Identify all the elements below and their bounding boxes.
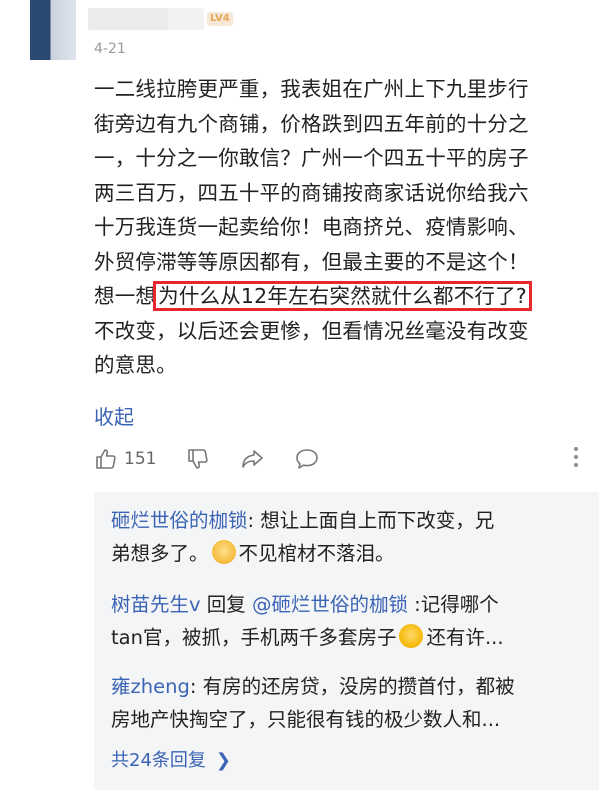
comment-date: 4-21 [94,41,126,57]
reply-author[interactable]: 砸烂世俗的枷锁 [111,509,248,532]
comment-line: 街旁边有九个商铺，价格跌到四五年前的十分之 [94,111,529,136]
dog-emoji-icon [211,540,236,564]
highlighted-question: 为什么从12年左右突然就什么都不行了? [153,281,532,311]
collapse-link[interactable]: 收起 [94,401,134,430]
reply-text: 不见棺材不落泪。 [238,542,395,565]
reply-text: tan官，被抓，手机两千多套房子 [111,626,397,649]
reply-author[interactable]: 雍zheng [111,675,190,698]
more-dot [574,455,578,459]
thumbs-down-icon [186,447,210,471]
reply-text: : 想让上面自上而下改变，兄 [247,509,495,532]
share-icon [240,447,266,471]
share-button[interactable] [240,447,266,471]
reply-item[interactable]: 树苗先生v 回复 @砸烂世俗的枷锁 :记得哪个 tan官，被抓，手机两千多套房子… [111,588,591,654]
reply-text: : 有房的还房贷，没房的攒首付，都被 [189,675,515,698]
reply-preview-panel[interactable]: 砸烂世俗的枷锁: 想让上面自上而下改变，兄 弟想多了。 不见棺材不落泪。 树苗先生… [94,492,599,790]
like-count: 151 [124,449,157,469]
like-button[interactable]: 151 [94,447,156,471]
comment-line: 不改变，以后还会更惨，但看情况丝毫没有改变 [94,318,529,343]
thumbs-up-icon [94,447,118,471]
comment-line: 的意思。 [94,353,177,377]
comment-line: 一，十分之一你敢信？广州一个四五十平的房子 [94,146,529,170]
reply-text: 房地产快掏空了，只能很有钱的极少数人和... [111,708,501,731]
comment-body: 一二线拉胯更严重，我表姐在广州上下九里步行 街旁边有九个商铺，价格跌到四五年前的… [94,72,599,383]
highlight-prefix: 想一想 [94,284,157,308]
dislike-button[interactable] [186,447,210,471]
more-dot [574,447,578,451]
reply-mention[interactable]: @砸烂世俗的枷锁 [252,593,408,616]
comment-bubble-icon [294,447,320,471]
username-blurred-extra [168,8,204,30]
reply-item[interactable]: 雍zheng: 有房的还房贷，没房的攒首付，都被 房地产快掏空了，只能很有钱的极… [111,670,591,736]
reply-author[interactable]: 树苗先生v [111,593,201,616]
more-dot [574,463,578,467]
reply-item[interactable]: 砸烂世俗的枷锁: 想让上面自上而下改变，兄 弟想多了。 不见棺材不落泪。 [111,504,591,570]
chevron-right-icon: ❯ [215,750,231,771]
reply-text: :记得哪个 [407,593,499,616]
comment-line: 十万我连货一起卖给你！电商挤兑、疫情影响、 [94,215,529,239]
reply-text: 还有许... [426,626,504,649]
more-options-button[interactable] [574,447,580,471]
comment-line: 外贸停滞等等原因都有，但最主要的不是这个！ [94,249,529,274]
reply-button[interactable] [294,447,320,471]
view-all-replies-link[interactable]: 共24条回复 ❯ [111,746,231,772]
comment-line: 两三百万，四五十平的商铺按商家话说你给我六 [94,180,529,205]
reply-verb: 回复 [200,593,252,616]
comment-line: 一二线拉胯更严重，我表姐在广州上下九里步行 [94,77,529,101]
reply-count-label: 共24条回复 [111,750,206,771]
avatar[interactable] [30,0,76,60]
reply-text: 弟想多了。 [111,542,209,565]
comment-actions: 151 [94,443,594,477]
level-badge: LV4 [207,12,233,26]
thinking-emoji-icon [399,624,424,648]
comment-line: 想一想为什么从12年左右突然就什么都不行了? [94,279,599,314]
username-blurred[interactable] [88,8,172,30]
